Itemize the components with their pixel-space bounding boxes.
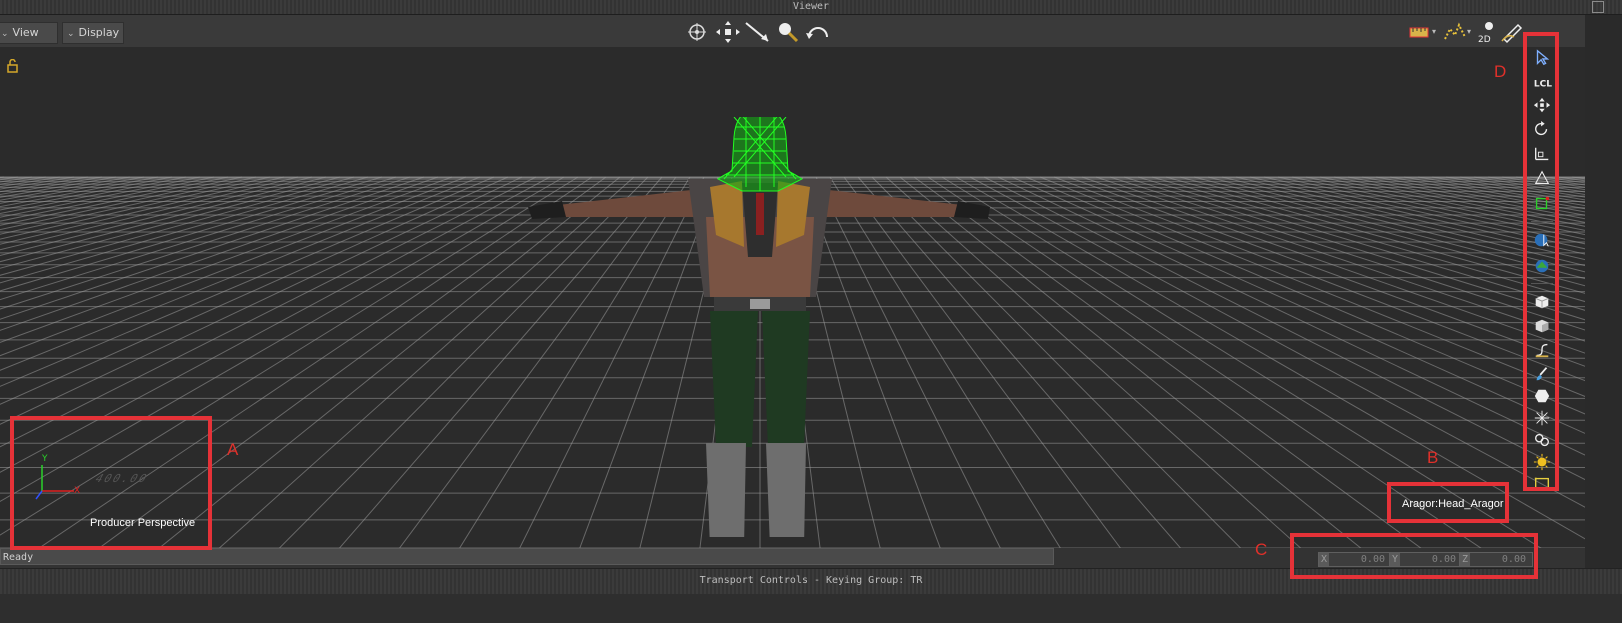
annotation-box-c bbox=[1290, 533, 1538, 579]
view-menu-button[interactable]: ⌄ View bbox=[0, 22, 58, 44]
zoom-icon[interactable] bbox=[774, 19, 802, 45]
status-text: Ready bbox=[0, 548, 1054, 565]
window-title: Viewer bbox=[792, 1, 830, 12]
2d-view-icon[interactable]: 2D bbox=[1476, 19, 1498, 45]
display-menu-label: Display bbox=[78, 26, 120, 39]
annotation-box-d bbox=[1523, 32, 1559, 491]
display-menu-button[interactable]: ⌄ Display bbox=[62, 22, 124, 44]
viewer-toolbar: ⌄ View ⌄ Display ▾ ▾ 2D bbox=[0, 15, 1585, 47]
orbit-icon[interactable] bbox=[684, 19, 712, 45]
chevron-down-icon: ⌄ bbox=[67, 29, 75, 39]
pencil-icon[interactable] bbox=[1500, 19, 1524, 45]
2d-label: 2D bbox=[1478, 35, 1491, 45]
chevron-down-icon: ⌄ bbox=[1, 29, 9, 39]
character-model[interactable] bbox=[520, 117, 1000, 537]
annotation-box-a bbox=[10, 416, 212, 550]
annotation-label-b: B bbox=[1427, 448, 1439, 467]
viewer-title-bar: Viewer bbox=[0, 0, 1622, 15]
annotation-label-d: D bbox=[1494, 62, 1507, 81]
dolly-icon[interactable] bbox=[744, 19, 772, 45]
undo-camera-icon[interactable] bbox=[804, 19, 832, 45]
maximize-button[interactable] bbox=[1592, 1, 1604, 13]
ruler-icon[interactable] bbox=[1408, 19, 1430, 45]
bottom-panel bbox=[0, 594, 1622, 623]
chevron-down-icon[interactable]: ▾ bbox=[1432, 27, 1436, 36]
view-menu-label: View bbox=[12, 26, 39, 39]
3d-viewport[interactable]: Producer Perspective Aragor:Head_Aragor … bbox=[0, 47, 1585, 548]
annotation-label-a: A bbox=[227, 440, 239, 459]
lock-icon[interactable] bbox=[6, 59, 20, 73]
chevron-down-icon[interactable]: ▾ bbox=[1467, 27, 1471, 36]
annotation-label-c: C bbox=[1255, 540, 1268, 559]
path-icon[interactable] bbox=[1442, 19, 1468, 45]
annotation-box-b bbox=[1387, 482, 1509, 523]
pan-icon[interactable] bbox=[714, 19, 742, 45]
